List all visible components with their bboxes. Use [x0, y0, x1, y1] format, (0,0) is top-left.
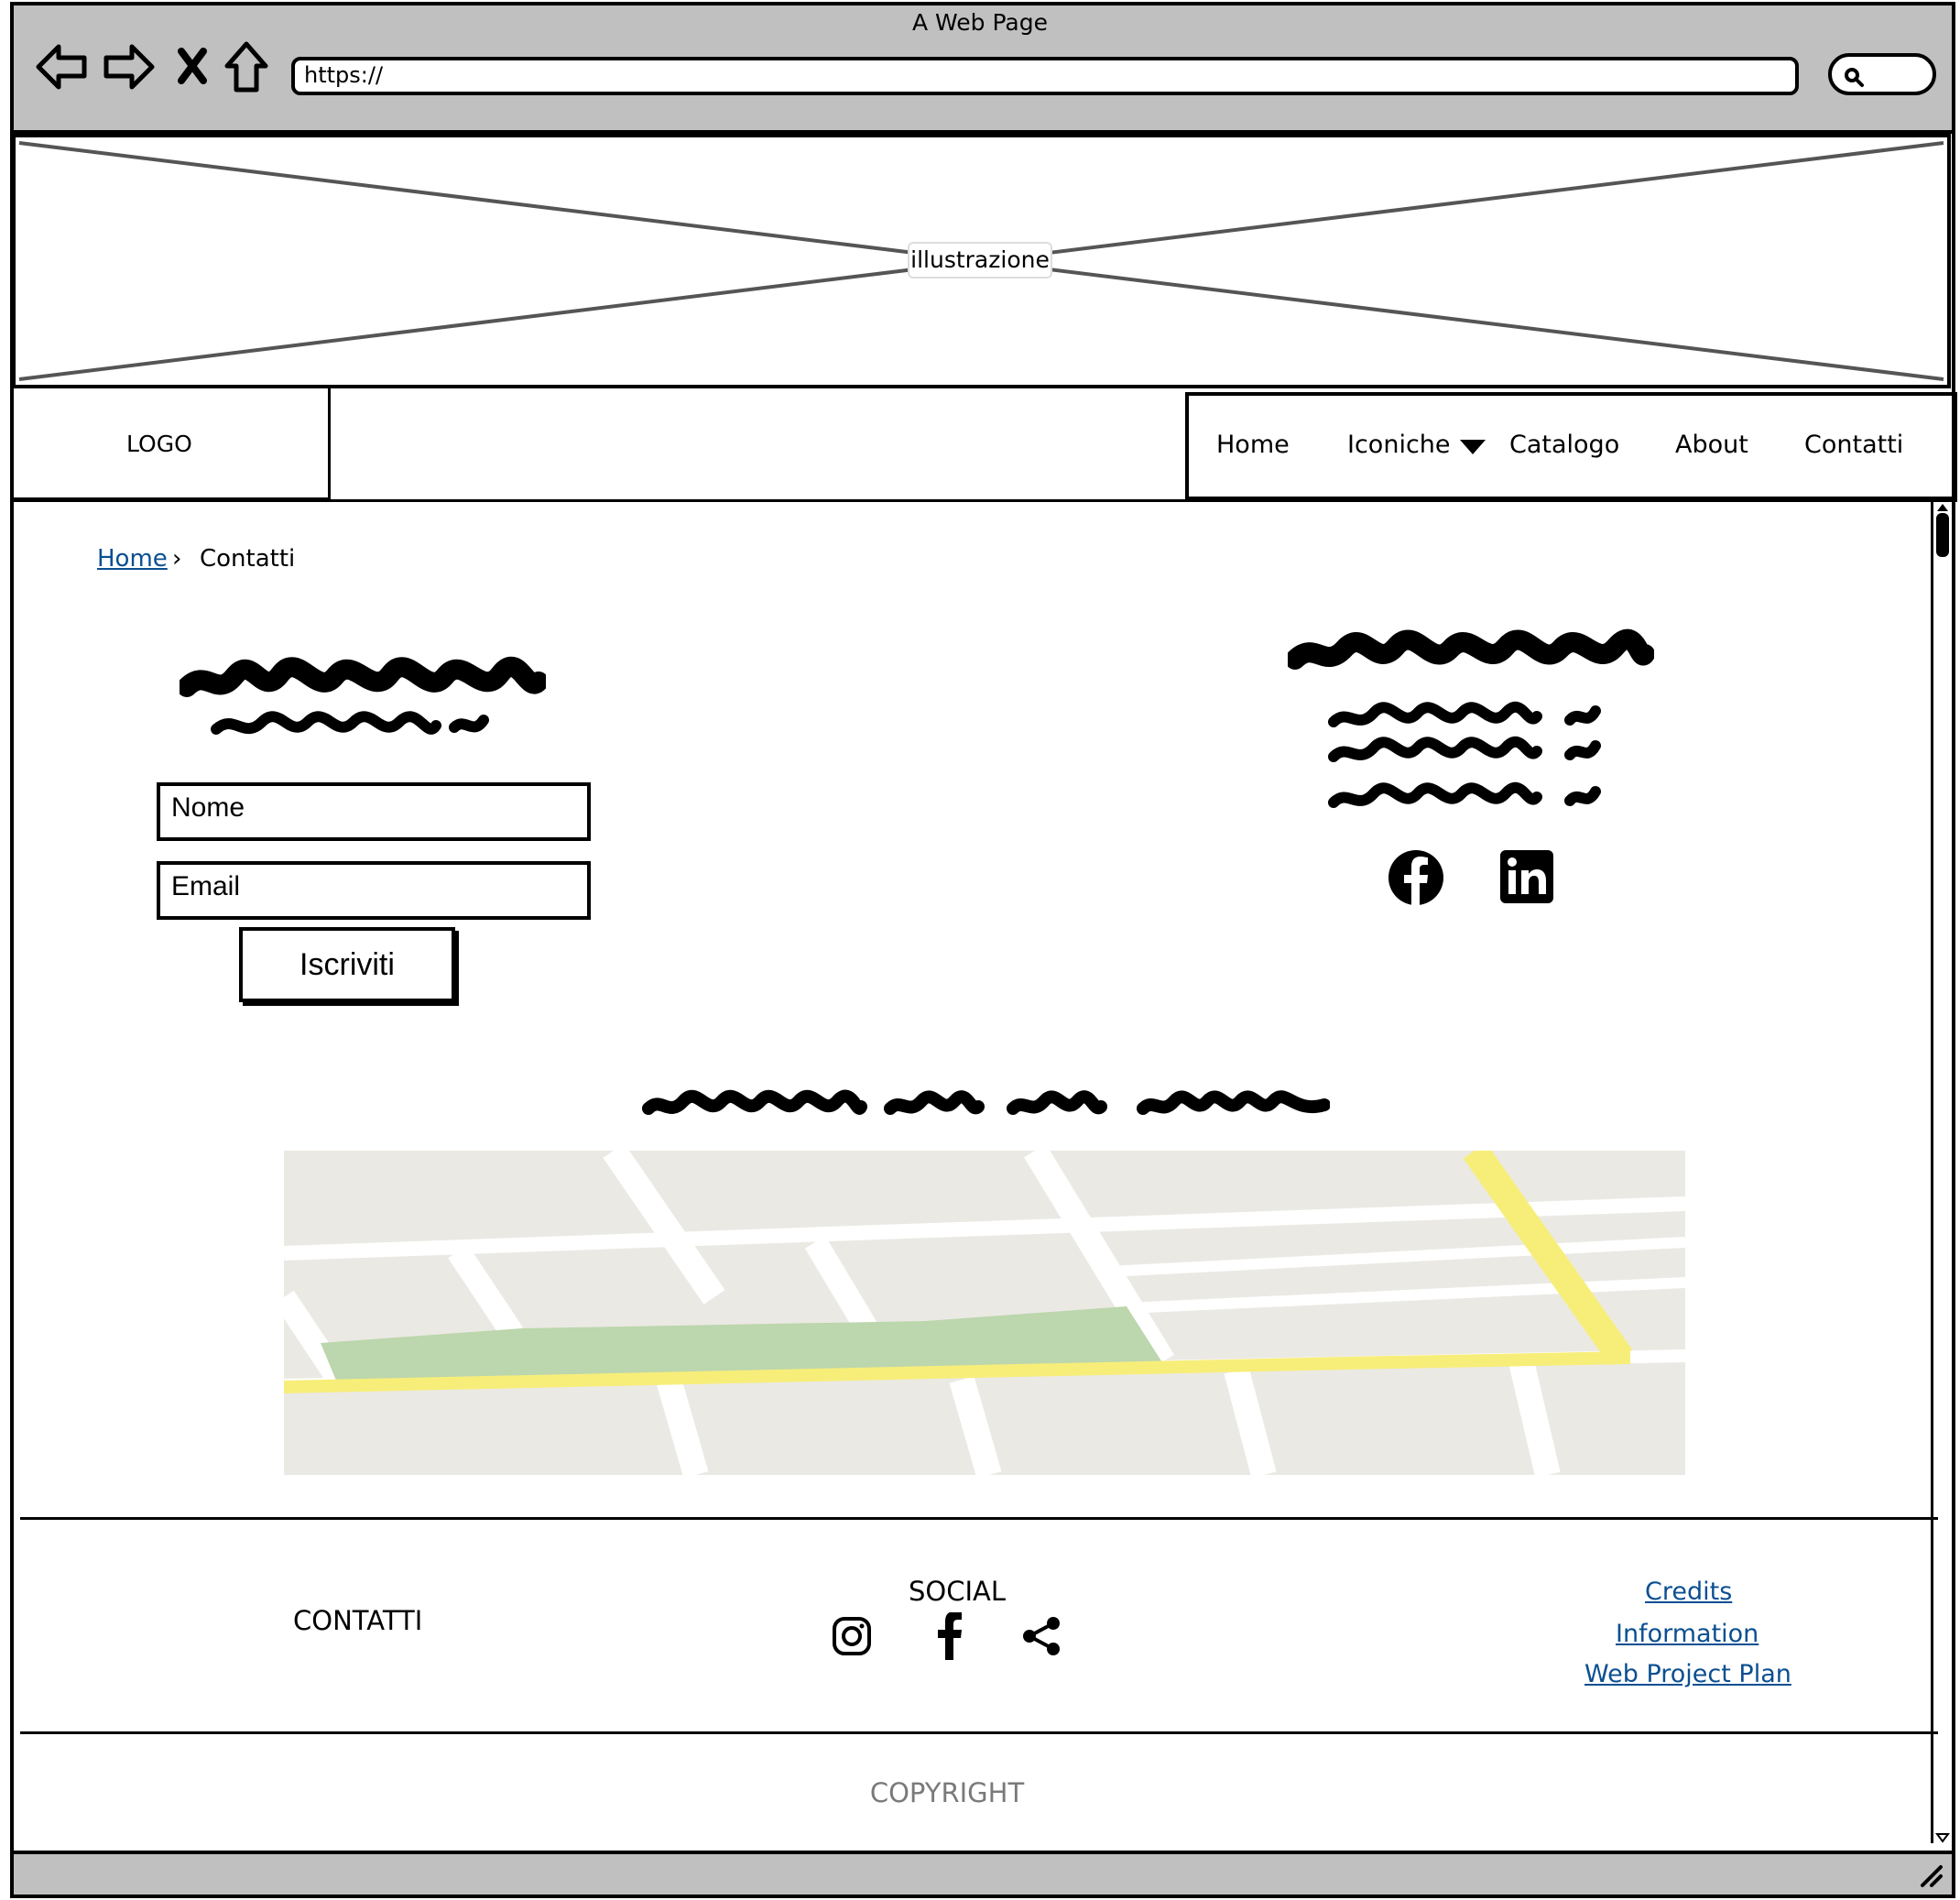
facebook-f-icon[interactable]	[934, 1612, 965, 1660]
footer-link-information[interactable]: Information	[1616, 1620, 1759, 1648]
footer-social-heading: SOCIAL	[909, 1576, 1007, 1607]
scroll-thumb[interactable]	[1936, 513, 1949, 557]
vertical-scrollbar[interactable]	[1931, 502, 1951, 1843]
name-field[interactable]: Nome	[157, 782, 591, 841]
footer-link-web-project-plan[interactable]: Web Project Plan	[1584, 1660, 1791, 1688]
map-graphic	[284, 1151, 1685, 1475]
nav-item-home[interactable]: Home	[1216, 431, 1290, 459]
facebook-icon[interactable]	[1387, 848, 1445, 907]
scribble-heading	[180, 656, 546, 735]
resize-grip-icon[interactable]	[1917, 1862, 1944, 1889]
breadcrumb-current: Contatti	[200, 545, 296, 573]
footer-bottom-divider	[20, 1731, 1938, 1734]
window-title: A Web Page	[911, 9, 1049, 36]
home-icon[interactable]	[223, 40, 269, 93]
scroll-down-arrow-icon[interactable]	[1935, 1832, 1950, 1843]
email-field[interactable]: Email	[157, 861, 591, 920]
status-bar	[10, 1851, 1955, 1898]
nav-item-about[interactable]: About	[1675, 431, 1748, 459]
nav-item-contatti[interactable]: Contatti	[1804, 431, 1903, 459]
footer-link-credits[interactable]: Credits	[1645, 1578, 1732, 1606]
nav-item-catalogo[interactable]: Catalogo	[1509, 431, 1619, 459]
scroll-up-arrow-icon[interactable]	[1935, 502, 1950, 513]
browser-search-box[interactable]	[1828, 53, 1936, 95]
close-x-icon[interactable]	[174, 40, 211, 93]
search-icon	[1845, 68, 1864, 87]
subscribe-button[interactable]: Iscriviti	[239, 927, 455, 1002]
header-divider	[12, 499, 1957, 502]
url-input[interactable]: https://	[291, 57, 1799, 95]
back-arrow-icon[interactable]	[35, 40, 88, 93]
breadcrumb-separator: ›	[172, 545, 182, 573]
forward-arrow-icon[interactable]	[103, 40, 156, 93]
copyright: COPYRIGHT	[869, 1777, 1025, 1808]
illustration-label: illustrazione	[908, 242, 1052, 278]
breadcrumb-home-link[interactable]: Home	[97, 545, 168, 573]
scribble-map-title	[642, 1089, 1330, 1115]
logo[interactable]: LOGO	[126, 431, 192, 457]
scribble-contact-info	[1288, 628, 1654, 808]
caret-down-icon[interactable]	[1458, 438, 1487, 456]
nav-item-iconiche[interactable]: Iconiche	[1347, 431, 1451, 459]
instagram-icon[interactable]	[832, 1616, 872, 1656]
footer-top-divider	[20, 1517, 1938, 1520]
linkedin-icon[interactable]	[1500, 850, 1553, 903]
footer-contatti-heading: CONTATTI	[293, 1605, 423, 1636]
map[interactable]	[284, 1151, 1685, 1475]
share-icon[interactable]	[1020, 1616, 1062, 1656]
